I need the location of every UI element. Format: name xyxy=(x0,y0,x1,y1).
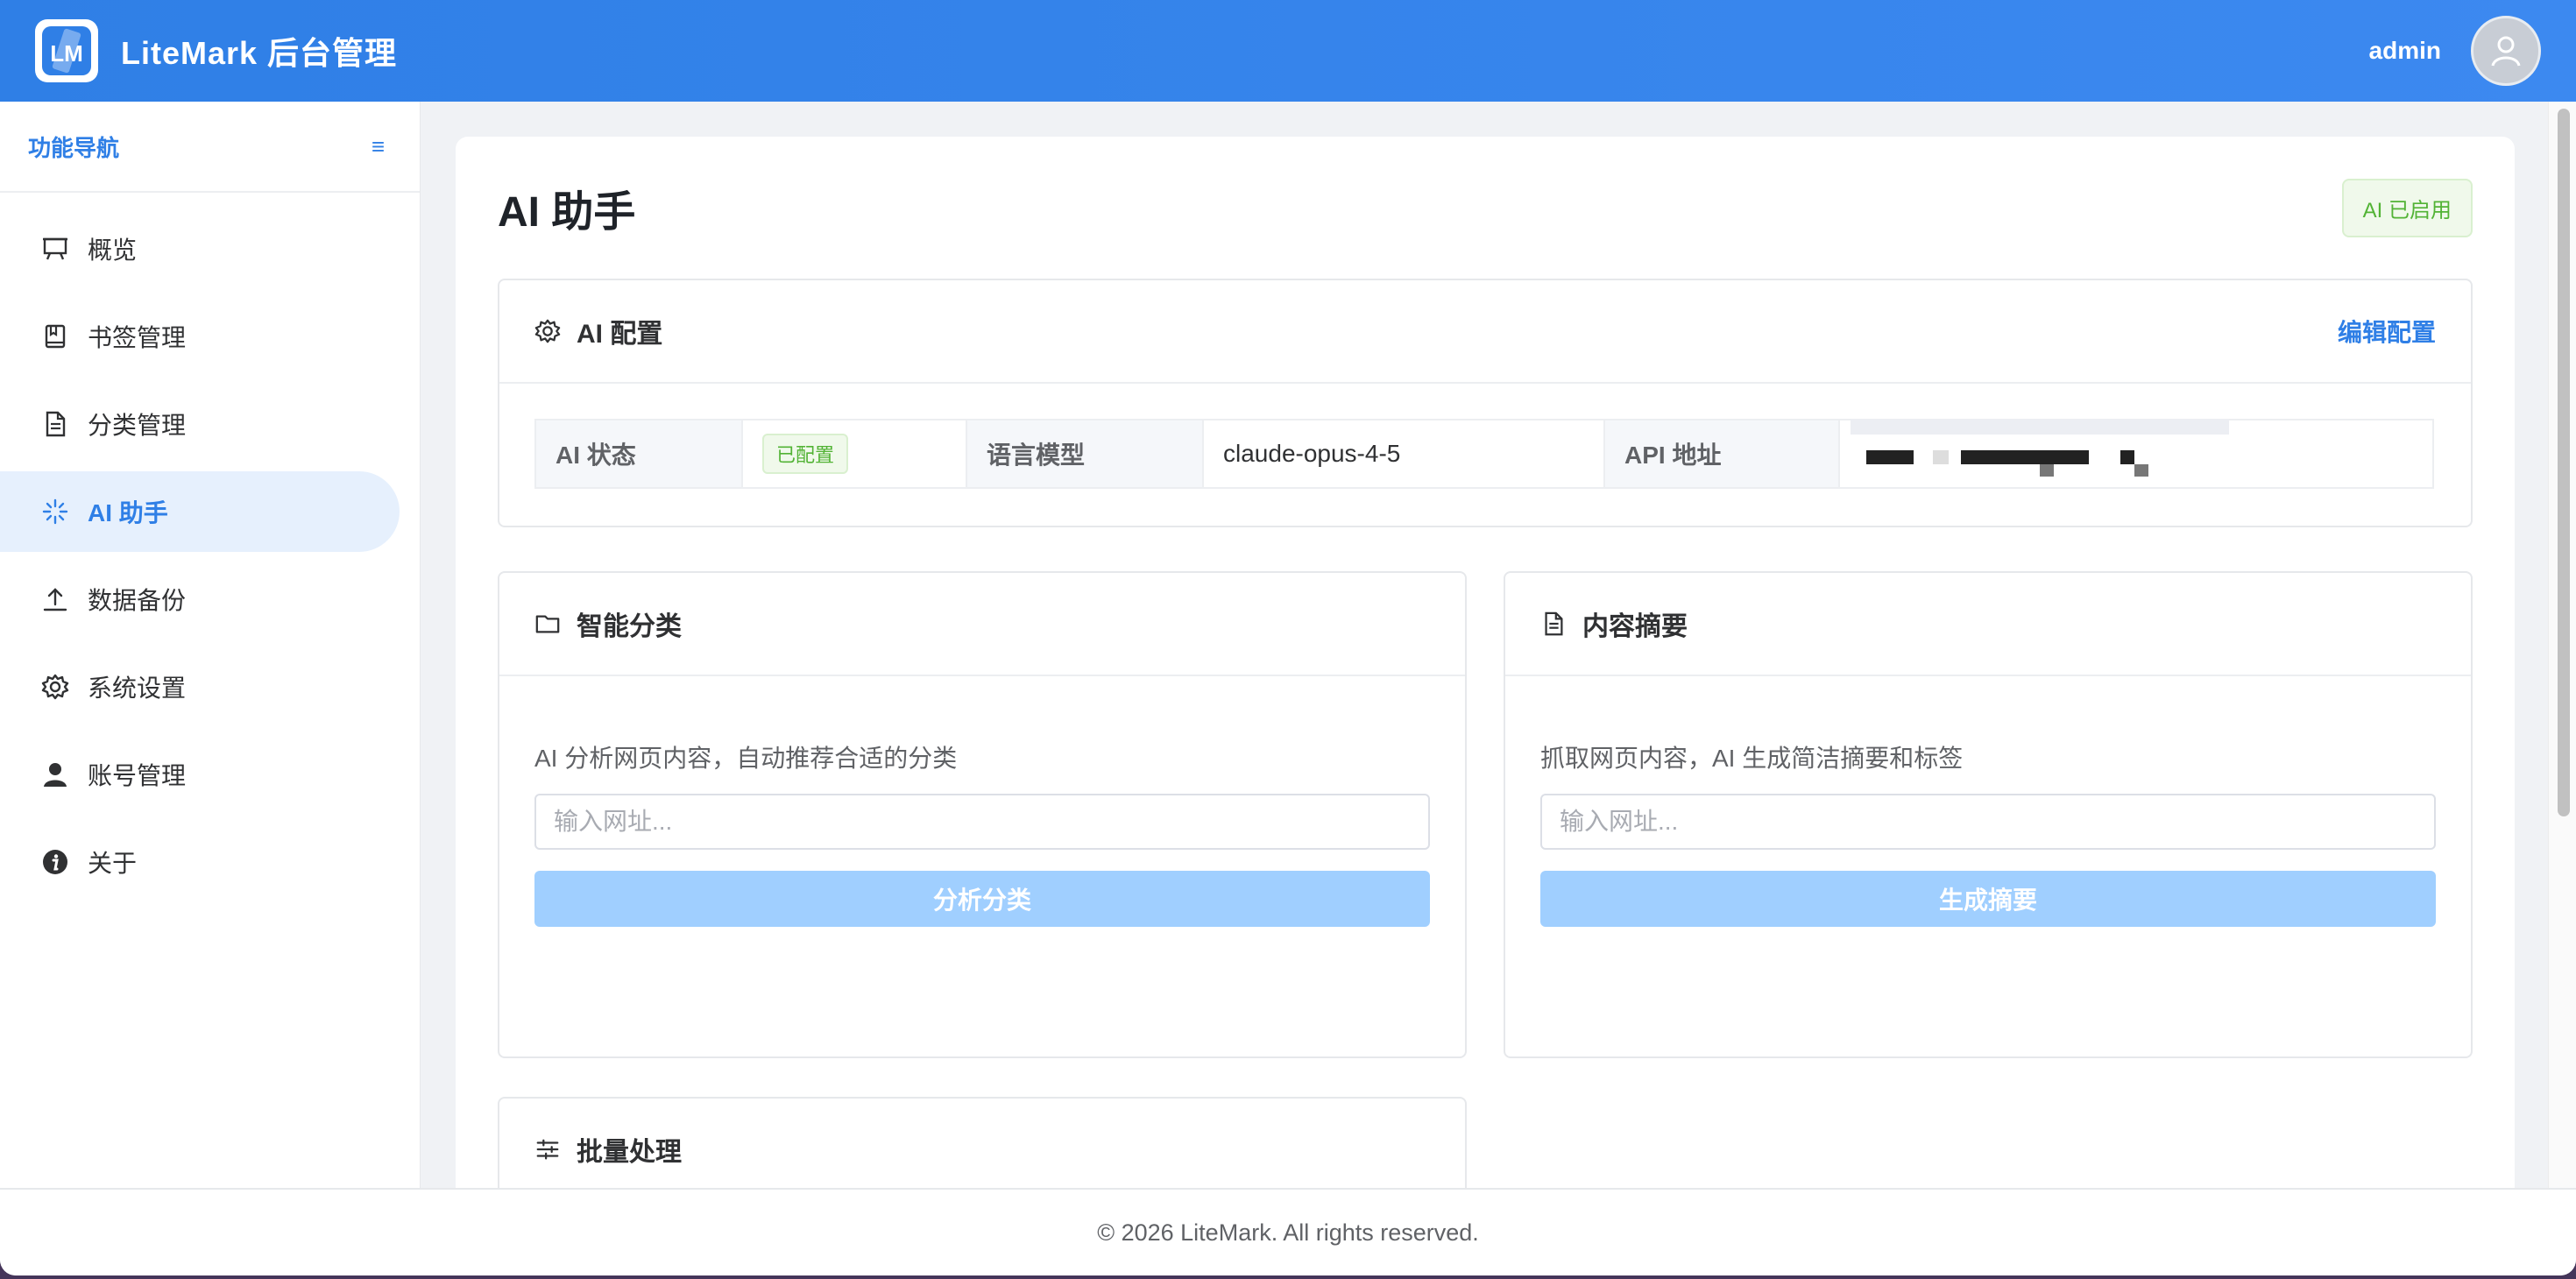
sidebar-item-label: 书签管理 xyxy=(88,324,187,351)
sidebar-item-about[interactable]: 关于 xyxy=(0,822,400,902)
summary-panel: 内容摘要 抓取网页内容，AI 生成简洁摘要和标签 生成摘要 xyxy=(1504,571,2473,1058)
username[interactable]: admin xyxy=(2369,37,2441,65)
app-logo[interactable]: LM xyxy=(35,19,98,82)
top-header: LM LiteMark 后台管理 admin xyxy=(0,0,2576,102)
panel-title: 智能分类 xyxy=(577,612,682,641)
smart-category-body: AI 分析网页内容，自动推荐合适的分类 分析分类 xyxy=(499,739,1465,927)
sidebar-item-label: AI 助手 xyxy=(88,499,168,526)
sidebar-item-backup[interactable]: 数据备份 xyxy=(0,559,400,640)
sidebar-item-label: 分类管理 xyxy=(88,412,187,439)
sidebar-header: 功能导航 ≡ xyxy=(0,102,420,193)
panel-title: 批量处理 xyxy=(577,1138,682,1167)
api-value-redacted xyxy=(1840,419,2432,487)
user-icon xyxy=(40,760,70,789)
sidebar-item-accounts[interactable]: 账号管理 xyxy=(0,734,400,815)
sidebar-item-label: 数据备份 xyxy=(88,587,187,614)
gear-icon xyxy=(534,317,563,345)
sidebar-item-bookmarks[interactable]: 书签管理 xyxy=(0,296,400,377)
sidebar-item-label: 关于 xyxy=(88,850,138,877)
sparkle-loader-icon xyxy=(40,497,70,526)
category-url-input[interactable] xyxy=(534,794,1430,850)
smart-category-description: AI 分析网页内容，自动推荐合适的分类 xyxy=(534,745,958,772)
ai-config-header: AI 配置 编辑配置 xyxy=(499,280,2471,384)
main-scrollbar[interactable] xyxy=(2548,102,2576,1188)
sidebar-item-categories[interactable]: 分类管理 xyxy=(0,384,400,464)
gear-icon xyxy=(40,672,70,702)
configured-badge: 已配置 xyxy=(762,434,849,474)
notebook-icon xyxy=(40,322,70,351)
footer: © 2026 LiteMark. All rights reserved. xyxy=(0,1188,2576,1275)
panel-title: AI 配置 xyxy=(577,320,663,349)
summary-body: 抓取网页内容，AI 生成简洁摘要和标签 生成摘要 xyxy=(1505,739,2471,927)
panel-title: 内容摘要 xyxy=(1582,612,1688,641)
smart-category-header: 智能分类 xyxy=(499,573,1465,676)
ai-config-table: AI 状态 已配置 语言模型 claude-opus-4-5 API 地址 xyxy=(534,419,2434,489)
status-badge: AI 已启用 xyxy=(2341,178,2473,237)
collapse-menu-icon[interactable]: ≡ xyxy=(372,133,385,160)
document-icon xyxy=(40,409,70,439)
app-window: LM LiteMark 后台管理 admin 功能导航 ≡ 概览 书签管理 分类… xyxy=(0,0,2576,1275)
sidebar: 功能导航 ≡ 概览 书签管理 分类管理 AI 助手 数据备份 系统设置 账号管理… xyxy=(0,102,421,1188)
svg-text:LM: LM xyxy=(50,40,83,67)
model-value: claude-opus-4-5 xyxy=(1204,420,1605,487)
presentation-board-icon xyxy=(40,234,70,264)
user-avatar-icon xyxy=(2491,36,2521,67)
generate-summary-button[interactable]: 生成摘要 xyxy=(1540,871,2436,927)
sidebar-nav: 概览 书签管理 分类管理 AI 助手 数据备份 系统设置 账号管理 关于 xyxy=(0,193,420,902)
upload-icon xyxy=(40,584,70,614)
summary-description: 抓取网页内容，AI 生成简洁摘要和标签 xyxy=(1540,745,1964,772)
model-label: 语言模型 xyxy=(967,420,1204,487)
app-title: LiteMark 后台管理 xyxy=(121,35,398,71)
batch-header: 批量处理 xyxy=(499,1099,1465,1202)
sidebar-item-label: 系统设置 xyxy=(88,675,187,702)
summary-header: 内容摘要 xyxy=(1505,573,2471,676)
api-label: API 地址 xyxy=(1605,420,1840,487)
sidebar-title: 功能导航 xyxy=(28,134,120,161)
sidebar-item-ai-assistant[interactable]: AI 助手 xyxy=(0,471,400,552)
ai-status-label: AI 状态 xyxy=(536,420,743,487)
edit-config-button[interactable]: 编辑配置 xyxy=(2338,314,2436,349)
summary-url-input[interactable] xyxy=(1540,794,2436,850)
smart-category-panel: 智能分类 AI 分析网页内容，自动推荐合适的分类 分析分类 xyxy=(498,571,1467,1058)
analyze-category-button[interactable]: 分析分类 xyxy=(534,871,1430,927)
copyright-text: © 2026 LiteMark. All rights reserved. xyxy=(1097,1219,1479,1246)
sidebar-item-settings[interactable]: 系统设置 xyxy=(0,647,400,727)
folder-icon xyxy=(534,610,563,638)
sidebar-item-overview[interactable]: 概览 xyxy=(0,208,400,289)
sliders-icon xyxy=(534,1135,563,1163)
ai-status-cell: 已配置 xyxy=(743,420,967,487)
avatar[interactable] xyxy=(2471,16,2541,86)
header-user-area: admin xyxy=(2369,16,2541,86)
sidebar-item-label: 概览 xyxy=(88,237,138,264)
main-content: AI 助手 AI 已启用 AI 配置 编辑配置 AI 状态 已配置 语言模型 c… xyxy=(456,137,2515,1275)
ai-config-panel: AI 配置 编辑配置 AI 状态 已配置 语言模型 claude-opus-4-… xyxy=(498,279,2473,527)
info-icon xyxy=(40,847,70,877)
sidebar-item-label: 账号管理 xyxy=(88,762,187,789)
scrollbar-thumb[interactable] xyxy=(2558,109,2570,816)
document-icon xyxy=(1540,610,1568,638)
page-header: AI 助手 AI 已启用 xyxy=(498,137,2473,279)
page-title: AI 助手 xyxy=(498,189,636,236)
